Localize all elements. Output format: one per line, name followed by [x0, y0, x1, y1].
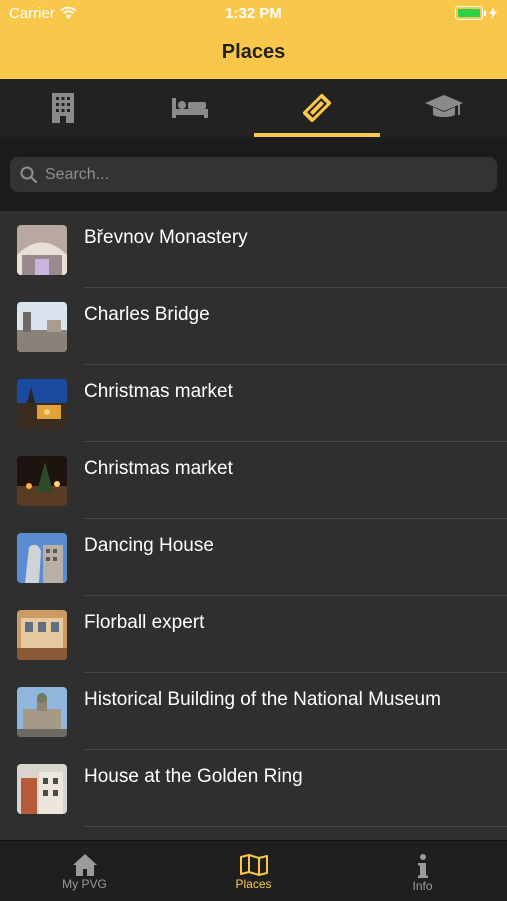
tab-accommodation[interactable]	[127, 79, 254, 137]
place-name: Charles Bridge	[84, 304, 210, 325]
places-list: Břevnov Monastery Charles Bridge Christm…	[0, 211, 507, 839]
bottom-tab-bar: My PVG Places Info	[0, 840, 507, 901]
list-item[interactable]: Historical Building of the National Muse…	[0, 673, 507, 750]
place-name: Historical Building of the National Muse…	[84, 689, 441, 710]
search-icon	[20, 166, 37, 183]
tab-info[interactable]: Info	[338, 841, 507, 901]
list-item[interactable]: Charles Bridge	[0, 288, 507, 365]
home-icon	[72, 854, 97, 876]
list-item[interactable]: Christmas market	[0, 365, 507, 442]
place-name: Christmas market	[84, 458, 233, 479]
tab-label: Info	[412, 879, 433, 893]
place-name: House at the Golden Ring	[84, 766, 303, 787]
graduation-cap-icon	[424, 95, 463, 117]
list-item[interactable]: Christmas market	[0, 442, 507, 519]
map-icon	[239, 854, 268, 876]
list-item[interactable]: Dancing House	[0, 519, 507, 596]
list-item[interactable]: House at the Golden Ring	[0, 750, 507, 827]
place-name: Dancing House	[84, 535, 214, 556]
place-thumbnail	[17, 533, 67, 583]
search-input[interactable]: Search...	[10, 157, 497, 192]
tab-buildings[interactable]	[0, 79, 127, 137]
place-name: Christmas market	[84, 381, 233, 402]
info-icon	[417, 854, 428, 878]
category-tabs	[0, 79, 507, 137]
place-thumbnail	[17, 456, 67, 506]
place-thumbnail	[17, 764, 67, 814]
search-area: Search...	[0, 137, 507, 211]
tab-label: Places	[235, 877, 272, 891]
place-thumbnail	[17, 225, 67, 275]
place-thumbnail	[17, 302, 67, 352]
search-placeholder: Search...	[45, 165, 110, 183]
place-name: Břevnov Monastery	[84, 227, 248, 248]
place-name: Florball expert	[84, 612, 205, 633]
header: Carrier 1:32 PM Places	[0, 0, 507, 79]
tab-my-pvg[interactable]: My PVG	[0, 841, 169, 901]
building-icon	[52, 93, 75, 123]
page-title: Places	[221, 41, 286, 63]
tab-label: My PVG	[62, 877, 107, 891]
tab-education[interactable]	[380, 79, 507, 137]
list-item[interactable]	[0, 827, 507, 839]
tab-places[interactable]: Places	[169, 841, 338, 901]
place-thumbnail	[17, 379, 67, 429]
list-item[interactable]: Břevnov Monastery	[0, 211, 507, 288]
status-bar: Carrier 1:32 PM	[0, 0, 507, 28]
battery-icon	[455, 6, 497, 20]
clock: 1:32 PM	[225, 5, 282, 22]
place-thumbnail	[17, 610, 67, 660]
list-item[interactable]: Florball expert	[0, 596, 507, 673]
bed-icon	[172, 98, 209, 118]
ticket-icon	[302, 93, 331, 123]
place-thumbnail	[17, 687, 67, 737]
tab-attractions[interactable]	[253, 79, 381, 137]
